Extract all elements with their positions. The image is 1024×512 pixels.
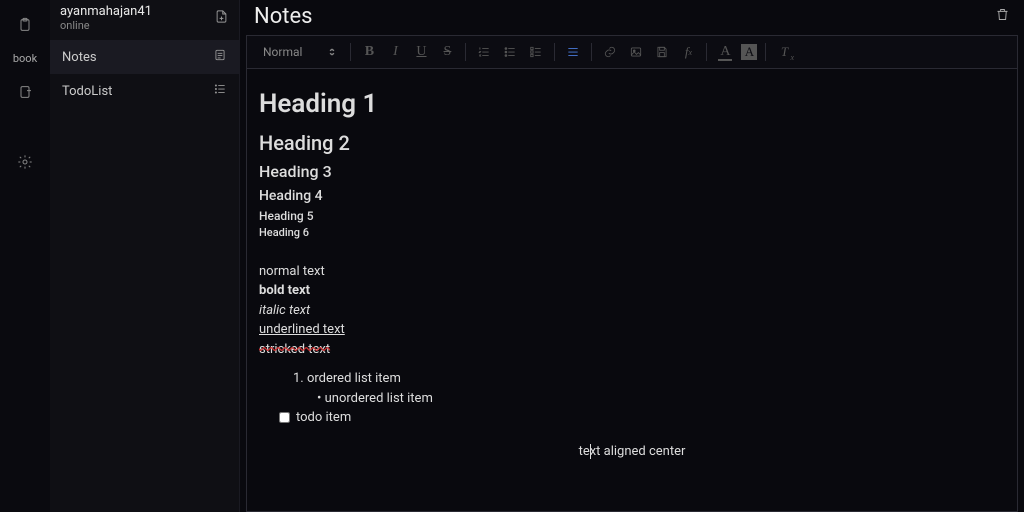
sidebar-item-notes[interactable]: Notes [50, 40, 239, 74]
formula-button[interactable]: fx [678, 42, 698, 62]
user-status: online [60, 19, 152, 32]
ordered-list-button[interactable] [474, 42, 494, 62]
chevron-updown-icon [328, 48, 336, 56]
text-strike: stricked text [259, 340, 1005, 360]
heading-1: Heading 1 [259, 85, 1005, 124]
text-underline: underlined text [259, 320, 1005, 340]
add-doc-icon[interactable] [10, 77, 40, 107]
sidebar-item-todolist[interactable]: TodoList [50, 74, 239, 108]
text-color-button[interactable]: A [715, 42, 735, 62]
bg-color-button[interactable]: A [741, 44, 757, 60]
text-center: text aligned center [259, 442, 1005, 462]
text-italic: italic text [259, 301, 1005, 321]
rail-book-label: book [13, 52, 37, 65]
align-button[interactable] [563, 42, 583, 62]
clipboard-icon[interactable] [10, 10, 40, 40]
editor-toolbar: Normal B I U S fx A [246, 35, 1018, 69]
save-button[interactable] [652, 42, 672, 62]
unordered-list-button[interactable] [500, 42, 520, 62]
user-name: ayanmahajan41 [60, 4, 152, 19]
sidebar-item-label: TodoList [62, 84, 112, 99]
list-item: 1. ordered list item [293, 369, 1005, 389]
text-normal: normal text [259, 262, 1005, 282]
page-title: Notes [254, 4, 312, 29]
heading-6: Heading 6 [259, 225, 1005, 242]
delete-icon[interactable] [995, 7, 1010, 26]
ordered-list: 1. ordered list item • unordered list it… [259, 369, 1005, 408]
app-rail: book [0, 0, 50, 512]
new-doc-icon[interactable] [214, 9, 229, 28]
text-bold: bold text [259, 281, 1005, 301]
image-button[interactable] [626, 42, 646, 62]
italic-button[interactable]: I [385, 42, 405, 62]
clear-format-button[interactable]: Tx [774, 42, 794, 62]
bold-button[interactable]: B [359, 42, 379, 62]
todo-checkbox[interactable] [279, 412, 290, 423]
sidebar-item-label: Notes [62, 50, 97, 65]
todo-label: todo item [296, 408, 351, 428]
editor-canvas[interactable]: Heading 1 Heading 2 Heading 3 Heading 4 … [246, 69, 1018, 512]
doc-icon [213, 48, 227, 66]
underline-button[interactable]: U [411, 42, 431, 62]
heading-3: Heading 3 [259, 160, 1005, 184]
list-icon [213, 82, 227, 100]
heading-select-label: Normal [263, 45, 302, 59]
link-button[interactable] [600, 42, 620, 62]
heading-2: Heading 2 [259, 128, 1005, 158]
strike-button[interactable]: S [437, 42, 457, 62]
checklist-button[interactable] [526, 42, 546, 62]
heading-4: Heading 4 [259, 186, 1005, 207]
heading-5: Heading 5 [259, 207, 1005, 225]
main-panel: Notes Normal B I U S [240, 0, 1024, 512]
user-row: ayanmahajan41 online [50, 0, 239, 40]
todo-row: todo item [259, 408, 1005, 428]
doc-sidebar: ayanmahajan41 online Notes TodoList [50, 0, 240, 512]
list-item: • unordered list item [293, 389, 1005, 409]
heading-select[interactable]: Normal [257, 43, 342, 61]
settings-icon[interactable] [10, 147, 40, 177]
